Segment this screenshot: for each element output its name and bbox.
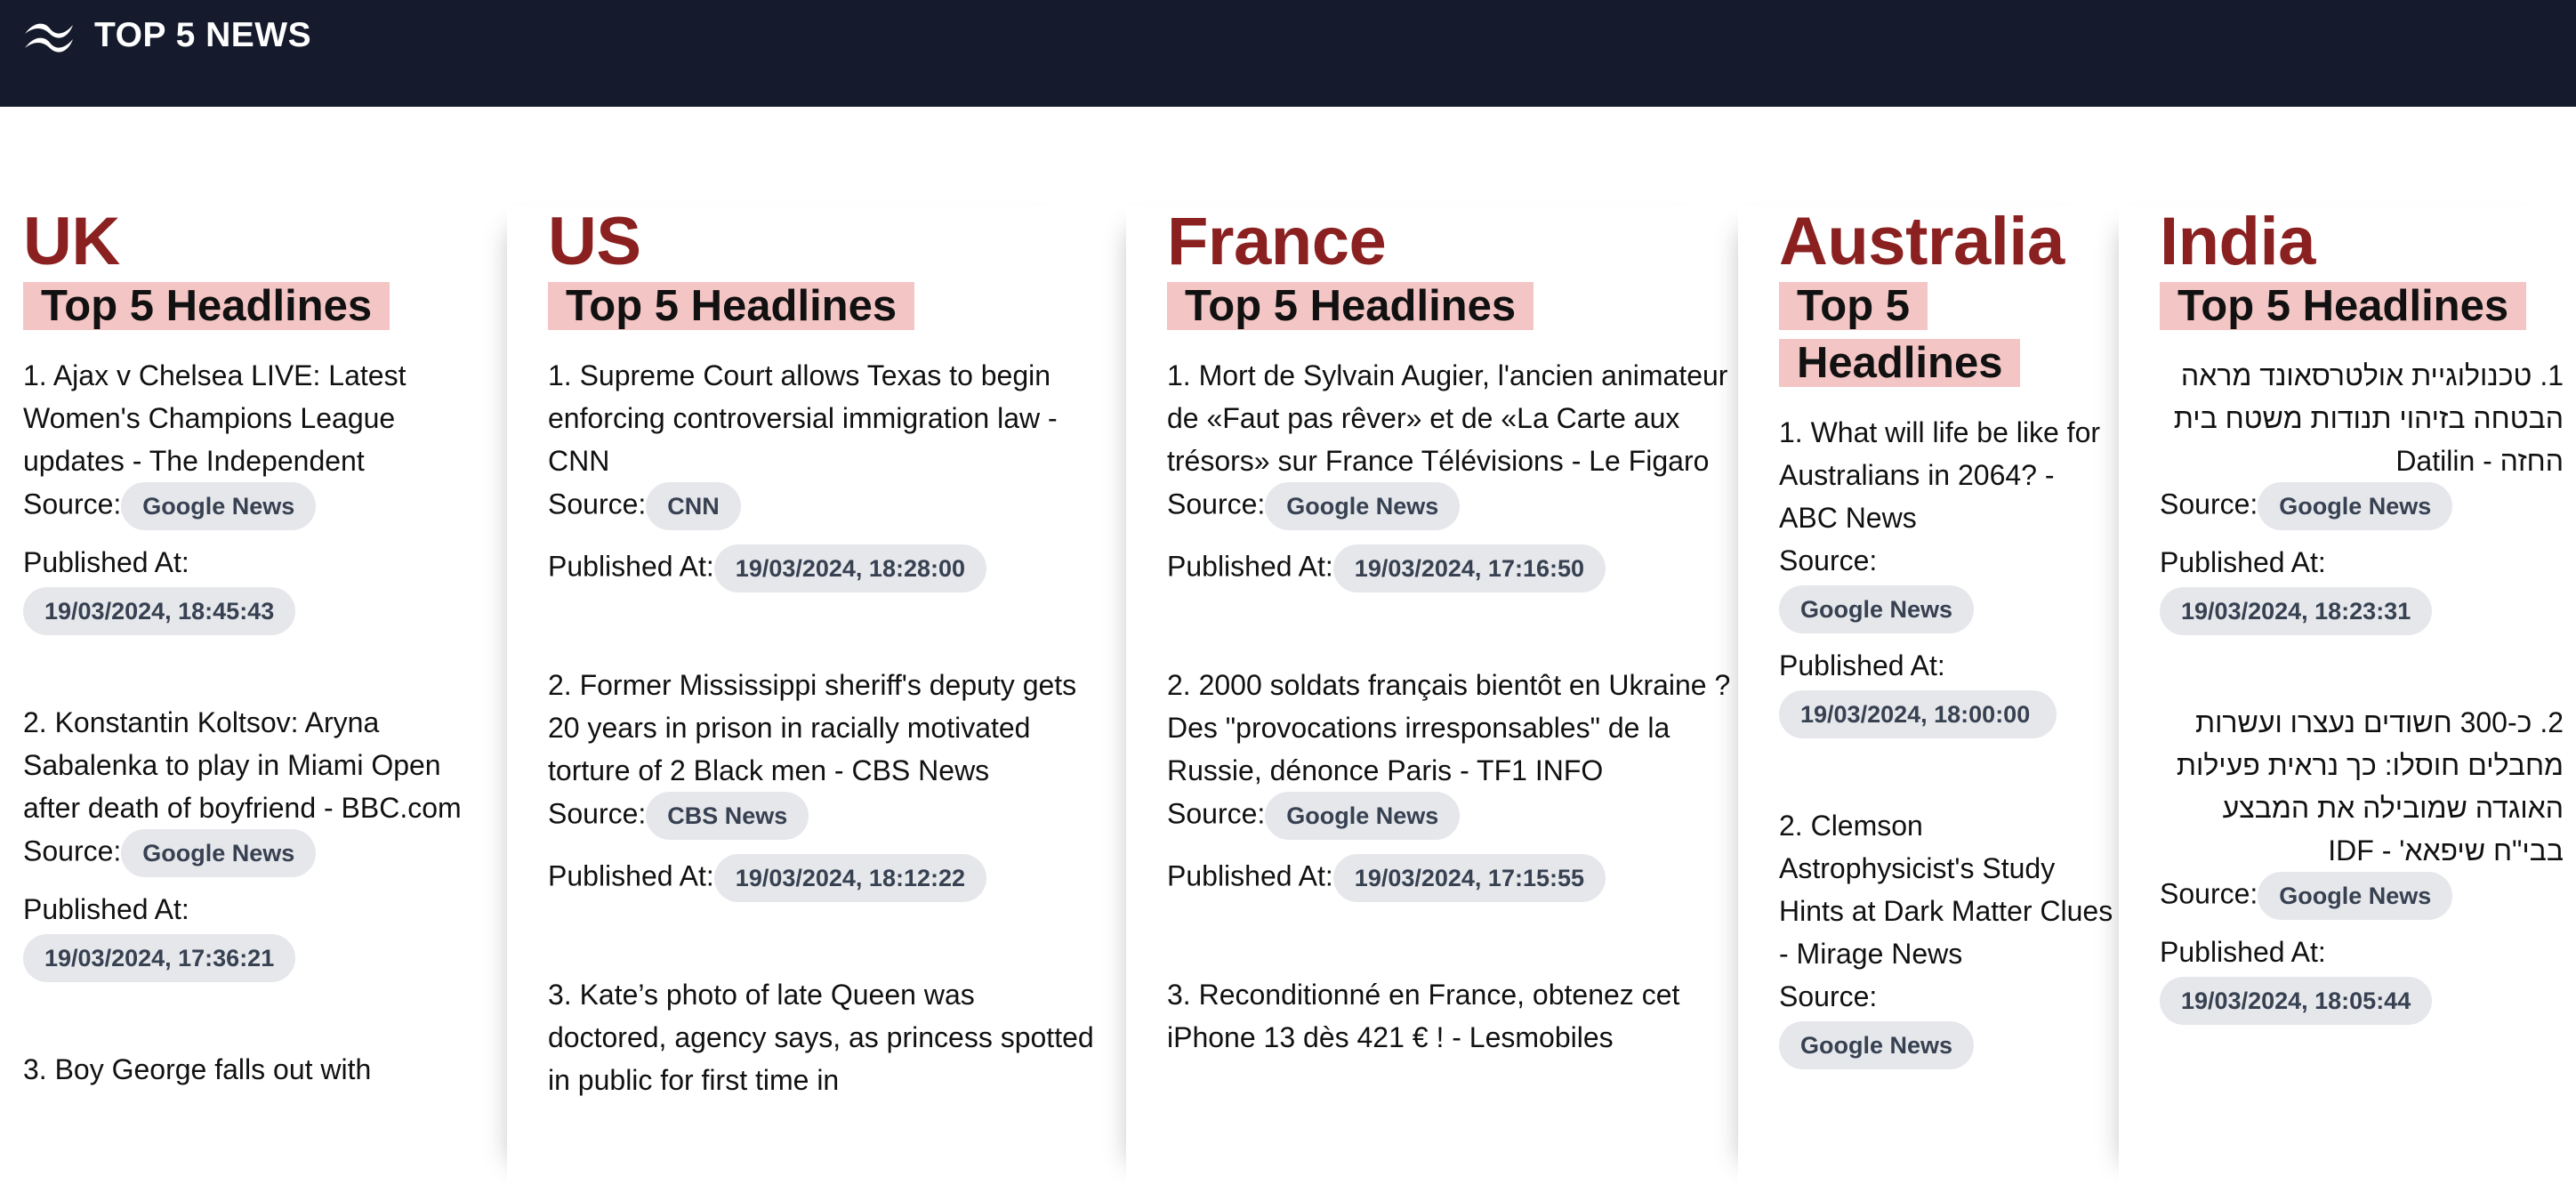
column-uk: UK Top 5 Headlines 1. Ajax v Chelsea LIV… <box>23 206 486 1137</box>
published-date-badge: 19/03/2024, 18:23:31 <box>2160 587 2433 635</box>
headline-text[interactable]: 1. What will life be like for Australian… <box>1779 411 2115 539</box>
country-title: UK <box>23 204 120 279</box>
top-navbar: TOP 5 NEWS <box>0 0 2576 107</box>
source-badge: Google News <box>2258 482 2453 530</box>
source-badge: CBS News <box>646 792 809 840</box>
section-subtitle: Top 5 Headlines <box>1779 278 2115 391</box>
headline-text[interactable]: 3. Reconditionné en France, obtenez cet … <box>1167 973 1731 1059</box>
published-date-badge: 19/03/2024, 18:12:22 <box>713 854 987 902</box>
list-item: 2. Konstantin Koltsov: Aryna Sabalenka t… <box>23 701 486 982</box>
wave-logo-icon[interactable] <box>21 14 78 57</box>
list-item: 2. Clemson Astrophysicist's Study Hints … <box>1779 804 2115 1069</box>
source-label: Source: <box>23 488 122 520</box>
published-date-badge: 19/03/2024, 17:15:55 <box>1332 854 1606 902</box>
headline-text[interactable]: 2. Clemson Astrophysicist's Study Hints … <box>1779 804 2115 975</box>
source-label: Source: <box>548 797 647 830</box>
published-label: Published At: <box>23 546 189 578</box>
published-label: Published At: <box>1167 550 1333 583</box>
headline-text[interactable]: 3. Boy George falls out with <box>23 1048 486 1091</box>
source-label: Source: <box>1167 797 1266 830</box>
country-title: US <box>548 204 641 279</box>
column-us: US Top 5 Headlines 1. Supreme Court allo… <box>507 206 1094 1185</box>
headline-text[interactable]: 1. Supreme Court allows Texas to begin e… <box>548 354 1094 482</box>
headline-text[interactable]: 2. Former Mississippi sheriff's deputy g… <box>548 664 1094 792</box>
source-badge: Google News <box>1779 585 1975 633</box>
source-label: Source: <box>1779 980 1878 1012</box>
source-badge: Google News <box>1265 482 1461 530</box>
list-item: 1. Mort de Sylvain Augier, l'ancien anim… <box>1167 354 1731 592</box>
source-label: Source: <box>23 834 122 867</box>
source-badge: CNN <box>646 482 741 530</box>
published-date-badge: 19/03/2024, 18:28:00 <box>713 544 987 592</box>
country-title: India <box>2160 204 2315 279</box>
published-label: Published At: <box>1779 649 1945 681</box>
source-label: Source: <box>2160 877 2258 910</box>
list-item: 1. What will life be like for Australian… <box>1779 411 2115 738</box>
headline-text[interactable]: 2. Konstantin Koltsov: Aryna Sabalenka t… <box>23 701 486 829</box>
country-title: Australia <box>1779 204 2065 279</box>
published-date-badge: 19/03/2024, 18:05:44 <box>2160 977 2433 1025</box>
headline-text[interactable]: 2. כ-300 חשודים נעצרו ועשרות מחבלים חוסל… <box>2160 701 2564 872</box>
headline-text[interactable]: 1. Mort de Sylvain Augier, l'ancien anim… <box>1167 354 1731 482</box>
section-subtitle: Top 5 Headlines <box>1167 278 1731 335</box>
published-label: Published At: <box>23 893 189 925</box>
headline-text[interactable]: 2. 2000 soldats français bientôt en Ukra… <box>1167 664 1731 792</box>
column-australia: Australia Top 5 Headlines 1. What will l… <box>1738 206 2115 1185</box>
source-label: Source: <box>548 488 647 520</box>
list-item: 1. Supreme Court allows Texas to begin e… <box>548 354 1094 592</box>
section-subtitle: Top 5 Headlines <box>2160 278 2564 335</box>
list-item: 2. Former Mississippi sheriff's deputy g… <box>548 664 1094 902</box>
source-badge: Google News <box>1265 792 1461 840</box>
published-label: Published At: <box>2160 936 2326 968</box>
country-title: France <box>1167 204 1387 279</box>
section-subtitle: Top 5 Headlines <box>23 278 486 335</box>
published-label: Published At: <box>1167 859 1333 892</box>
column-france: France Top 5 Headlines 1. Mort de Sylvai… <box>1126 206 1731 1185</box>
source-label: Source: <box>1167 488 1266 520</box>
column-india: India Top 5 Headlines 1. טכנולוגיית אולט… <box>2119 206 2576 1185</box>
list-item: 1. טכנולוגיית אולטרסאונד מראה הבטחה בזיה… <box>2160 354 2564 635</box>
source-badge: Google News <box>2258 872 2453 920</box>
published-date-badge: 19/03/2024, 17:36:21 <box>23 934 296 982</box>
published-date-badge: 19/03/2024, 18:45:43 <box>23 587 296 635</box>
source-badge: Google News <box>1779 1021 1975 1069</box>
published-date-badge: 19/03/2024, 17:16:50 <box>1332 544 1606 592</box>
list-item: 2. כ-300 חשודים נעצרו ועשרות מחבלים חוסל… <box>2160 701 2564 1025</box>
list-item: 3. Boy George falls out with <box>23 1048 486 1091</box>
section-subtitle: Top 5 Headlines <box>548 278 1094 335</box>
app-title[interactable]: TOP 5 NEWS <box>94 12 311 59</box>
published-label: Published At: <box>2160 546 2326 578</box>
published-label: Published At: <box>548 550 714 583</box>
source-label: Source: <box>1779 544 1878 576</box>
headline-text[interactable]: 3. Kate’s photo of late Queen was doctor… <box>548 973 1094 1101</box>
source-label: Source: <box>2160 488 2258 520</box>
source-badge: Google News <box>121 482 317 530</box>
published-label: Published At: <box>548 859 714 892</box>
source-badge: Google News <box>121 829 317 877</box>
published-date-badge: 19/03/2024, 18:00:00 <box>1779 690 2057 738</box>
list-item: 3. Reconditionné en France, obtenez cet … <box>1167 973 1731 1059</box>
headline-text[interactable]: 1. Ajax v Chelsea LIVE: Latest Women's C… <box>23 354 486 482</box>
headline-text[interactable]: 1. טכנולוגיית אולטרסאונד מראה הבטחה בזיה… <box>2160 354 2564 482</box>
list-item: 2. 2000 soldats français bientôt en Ukra… <box>1167 664 1731 902</box>
list-item: 3. Kate’s photo of late Queen was doctor… <box>548 973 1094 1101</box>
list-item: 1. Ajax v Chelsea LIVE: Latest Women's C… <box>23 354 486 635</box>
